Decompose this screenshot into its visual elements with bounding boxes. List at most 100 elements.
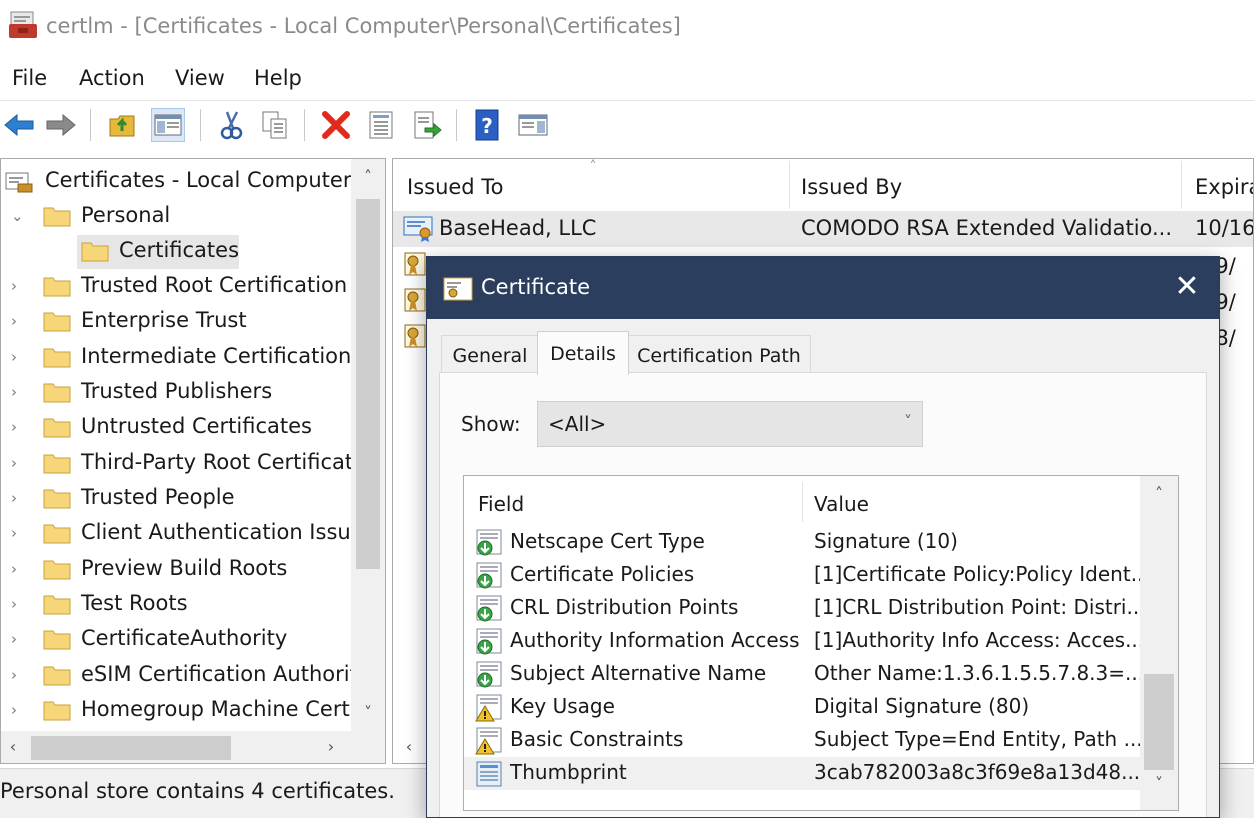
menu-help[interactable]: Help bbox=[254, 66, 302, 90]
expand-chevron-icon[interactable]: › bbox=[11, 490, 25, 506]
column-divider[interactable] bbox=[789, 161, 790, 209]
tree-item-enterprise-trust[interactable]: › Enterprise Trust bbox=[1, 305, 353, 340]
folder-icon bbox=[43, 595, 71, 615]
tree-item-trusted-root[interactable]: › Trusted Root Certification . bbox=[1, 270, 361, 305]
copy-button[interactable] bbox=[258, 108, 292, 142]
expand-chevron-icon[interactable]: › bbox=[11, 561, 25, 577]
menu-view[interactable]: View bbox=[175, 66, 225, 90]
tree-item-personal[interactable]: ⌄ Personal bbox=[1, 200, 353, 235]
expand-chevron-icon[interactable]: › bbox=[11, 278, 25, 294]
tab-details[interactable]: Details bbox=[537, 331, 629, 375]
tree-item-trusted-people[interactable]: › Trusted People bbox=[1, 482, 353, 517]
field-name: Basic Constraints bbox=[510, 727, 684, 751]
column-header-expiration[interactable]: Expira bbox=[1195, 175, 1253, 199]
column-header-issued-by[interactable]: Issued By bbox=[801, 175, 902, 199]
tree-item-trusted-publishers[interactable]: › Trusted Publishers bbox=[1, 376, 353, 411]
scroll-up-icon[interactable]: ˄ bbox=[1147, 484, 1171, 503]
extension-icon bbox=[476, 628, 502, 655]
tree-item-client-auth-issuers[interactable]: › Client Authentication Issue bbox=[1, 517, 364, 552]
tab-general[interactable]: General bbox=[441, 335, 539, 373]
field-row[interactable]: Netscape Cert Type Signature (10) bbox=[464, 526, 1140, 559]
tab-certification-path[interactable]: Certification Path bbox=[627, 335, 811, 373]
console-tree[interactable]: Certificates - Local Computer ⌄ Personal… bbox=[0, 158, 386, 764]
scroll-down-icon[interactable]: ˅ bbox=[356, 703, 380, 722]
help-button[interactable]: ? bbox=[470, 108, 504, 142]
show-hide-console-tree-button[interactable] bbox=[151, 108, 185, 142]
expand-chevron-icon[interactable]: › bbox=[11, 596, 25, 612]
fields-vertical-scroll-thumb[interactable] bbox=[1144, 674, 1174, 770]
field-name: Subject Alternative Name bbox=[510, 661, 767, 685]
certificate-icon bbox=[443, 277, 473, 301]
scroll-right-icon[interactable]: › bbox=[319, 737, 343, 756]
expand-chevron-icon[interactable]: › bbox=[11, 313, 25, 329]
tree-horizontal-scroll-thumb[interactable] bbox=[31, 736, 231, 760]
field-row[interactable]: Certificate Policies [1]Certificate Poli… bbox=[464, 559, 1150, 592]
expand-chevron-icon[interactable]: › bbox=[11, 702, 25, 718]
tree-item-certificates[interactable]: Certificates bbox=[1, 235, 353, 270]
menu-file[interactable]: File bbox=[12, 66, 47, 90]
expand-chevron-icon[interactable]: › bbox=[11, 455, 25, 471]
cut-icon bbox=[220, 111, 243, 140]
column-header-field[interactable]: Field bbox=[478, 492, 524, 516]
field-row[interactable]: CRL Distribution Points [1]CRL Distribut… bbox=[464, 592, 1146, 625]
scroll-left-icon[interactable]: ‹ bbox=[1, 737, 25, 756]
field-row[interactable]: Basic Constraints Subject Type=End Entit… bbox=[464, 724, 1143, 757]
certificates-snapin-icon bbox=[5, 172, 33, 193]
tree-item-label: Preview Build Roots bbox=[81, 556, 288, 580]
expand-chevron-icon[interactable]: › bbox=[11, 349, 25, 365]
tree-root[interactable]: Certificates - Local Computer bbox=[1, 165, 353, 200]
certificate-dialog[interactable]: Certificate ✕ General Details Certificat… bbox=[426, 256, 1220, 818]
tree-item-homegroup[interactable]: › Homegroup Machine Cert bbox=[1, 694, 353, 729]
back-button[interactable] bbox=[2, 108, 36, 142]
certlm-app-icon bbox=[9, 11, 37, 38]
column-header-issued-to[interactable]: Issued To bbox=[407, 175, 503, 199]
collapse-chevron-icon[interactable]: ⌄ bbox=[11, 208, 25, 224]
close-button[interactable]: ✕ bbox=[1169, 271, 1205, 305]
scroll-left-icon[interactable]: ‹ bbox=[397, 737, 421, 756]
tree-item-third-party-root[interactable]: › Third-Party Root Certificat bbox=[1, 447, 353, 482]
forward-button[interactable] bbox=[44, 108, 78, 142]
fields-list[interactable]: Field Value Netscape Cert Type Signature… bbox=[463, 475, 1179, 811]
certificate-row[interactable]: BaseHead, LLC COMODO RSA Extended Valida… bbox=[393, 211, 1253, 247]
tree-item-esim[interactable]: › eSIM Certification Authorit bbox=[1, 659, 358, 694]
up-one-level-button[interactable] bbox=[106, 108, 140, 142]
column-header-value[interactable]: Value bbox=[814, 492, 869, 516]
folder-icon bbox=[43, 418, 71, 438]
show-label: Show: bbox=[461, 412, 521, 436]
properties-icon bbox=[369, 111, 393, 139]
scroll-down-icon[interactable]: ˅ bbox=[1147, 774, 1171, 793]
tree-item-label: Enterprise Trust bbox=[81, 308, 247, 332]
expand-chevron-icon[interactable]: › bbox=[11, 525, 25, 541]
menu-action[interactable]: Action bbox=[79, 66, 145, 90]
tree-item-certificate-authority[interactable]: › CertificateAuthority bbox=[1, 623, 353, 658]
field-row-selected[interactable]: Thumbprint 3cab782003a8c3f69e8a13d48... bbox=[464, 757, 1140, 790]
field-row[interactable]: Authority Information Access [1]Authorit… bbox=[464, 625, 1144, 658]
folder-icon bbox=[43, 312, 71, 332]
dialog-titlebar[interactable]: Certificate ✕ bbox=[427, 257, 1219, 319]
scroll-up-icon[interactable]: ˄ bbox=[356, 167, 380, 186]
expand-chevron-icon[interactable]: › bbox=[11, 667, 25, 683]
properties-button[interactable] bbox=[364, 108, 398, 142]
tree-item-untrusted[interactable]: › Untrusted Certificates bbox=[1, 411, 353, 446]
field-name: Netscape Cert Type bbox=[510, 529, 705, 553]
cut-button[interactable] bbox=[214, 108, 248, 142]
field-row[interactable]: Key Usage Digital Signature (80) bbox=[464, 691, 1140, 724]
delete-button[interactable] bbox=[319, 108, 353, 142]
tree-item-intermediate[interactable]: › Intermediate Certification . bbox=[1, 341, 365, 376]
export-list-button[interactable] bbox=[410, 108, 444, 142]
tree-item-test-roots[interactable]: › Test Roots bbox=[1, 588, 353, 623]
tree-item-label: eSIM Certification Authorit bbox=[81, 662, 358, 686]
tree-item-preview-build-roots[interactable]: › Preview Build Roots bbox=[1, 553, 353, 588]
forward-arrow-icon bbox=[46, 113, 76, 137]
column-divider[interactable] bbox=[1181, 161, 1182, 209]
expand-chevron-icon[interactable]: › bbox=[11, 419, 25, 435]
expand-chevron-icon[interactable]: › bbox=[11, 384, 25, 400]
field-value: 3cab782003a8c3f69e8a13d48... bbox=[814, 760, 1141, 784]
show-hide-action-pane-button[interactable] bbox=[516, 108, 550, 142]
toolbar-separator bbox=[200, 109, 201, 141]
tree-vertical-scroll-thumb[interactable] bbox=[356, 199, 380, 569]
show-dropdown[interactable]: <All> ˅ bbox=[537, 401, 923, 447]
column-divider[interactable] bbox=[802, 482, 803, 522]
field-row[interactable]: Subject Alternative Name Other Name:1.3.… bbox=[464, 658, 1144, 691]
expand-chevron-icon[interactable]: › bbox=[11, 631, 25, 647]
